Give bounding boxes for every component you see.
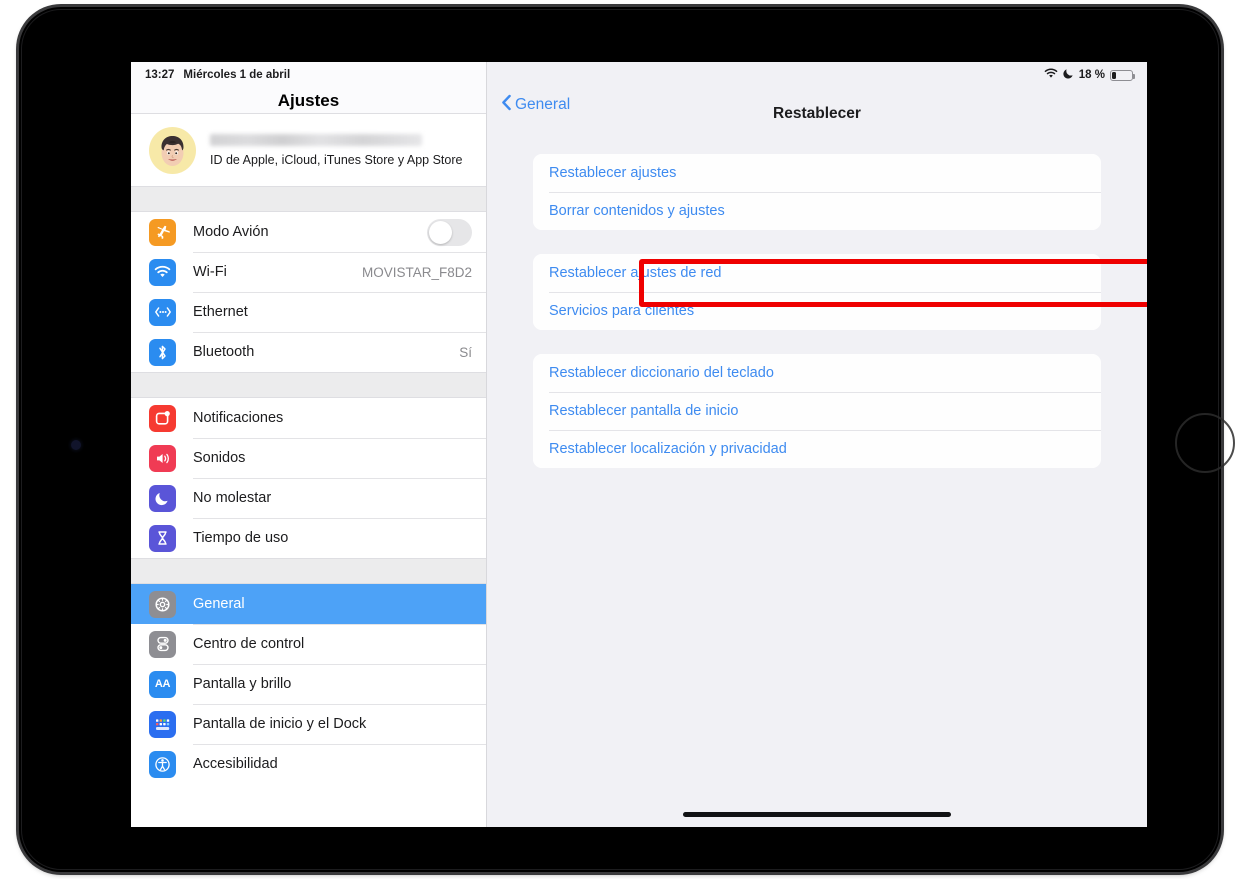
sidebar-item-tiempo-de-uso[interactable]: Tiempo de uso — [131, 518, 486, 558]
battery-icon — [1110, 69, 1135, 81]
erase-all-content-and-settings-row[interactable]: Borrar contenidos y ajustes — [533, 192, 1101, 230]
sidebar-group-separator — [131, 372, 486, 398]
page-title: Restablecer — [773, 105, 861, 122]
sidebar-group-system: General Centro de control AA Pantalla y … — [131, 584, 486, 784]
reset-group-1: Restablecer ajustes Borrar contenidos y … — [533, 154, 1101, 230]
back-button-label: General — [515, 96, 571, 113]
sidebar-item-ethernet[interactable]: Ethernet — [131, 292, 486, 332]
front-camera-icon — [71, 440, 81, 450]
detail-pane: General Restablecer Restablecer ajustes … — [487, 62, 1147, 827]
sidebar-item-label: Pantalla y brillo — [193, 676, 292, 692]
control-center-icon — [149, 630, 176, 658]
battery-percent: 18 % — [1078, 69, 1105, 81]
sidebar-item-bluetooth[interactable]: Bluetooth Sí — [131, 332, 486, 372]
sidebar-item-label: Sonidos — [193, 450, 246, 466]
ethernet-icon — [149, 298, 176, 326]
sidebar-item-pantalla-y-brillo[interactable]: AA Pantalla y brillo — [131, 664, 486, 704]
sidebar-group-notifications: Notificaciones Sonidos No molestar Tiemp… — [131, 398, 486, 558]
settings-sidebar: Ajustes ID de Apple, iCloud, iTunes Stor… — [131, 62, 487, 827]
moon-icon — [149, 484, 176, 512]
ipad-screen: 13:27 Miércoles 1 de abril 18 % Ajustes … — [131, 62, 1147, 827]
airplane-mode-toggle[interactable] — [427, 218, 472, 246]
sidebar-item-notificaciones[interactable]: Notificaciones — [131, 398, 486, 438]
chevron-left-icon — [501, 94, 512, 116]
wifi-icon — [1044, 68, 1058, 82]
sidebar-item-wifi[interactable]: Wi-Fi MOVISTAR_F8D2 — [131, 252, 486, 292]
status-bar-left: 13:27 Miércoles 1 de abril — [145, 69, 290, 81]
memoji-avatar — [149, 126, 196, 174]
accessibility-icon — [149, 750, 176, 778]
reset-network-settings-row[interactable]: Restablecer ajustes de red — [533, 254, 1101, 292]
sidebar-item-general[interactable]: General — [131, 584, 486, 624]
sidebar-item-label: Tiempo de uso — [193, 530, 289, 546]
sidebar-group-connectivity: Modo Avión Wi-Fi MOVISTAR_F8D2 Ethernet … — [131, 212, 486, 372]
sidebar-item-label: Notificaciones — [193, 410, 284, 426]
reset-group-2: Restablecer ajustes de red Servicios par… — [533, 254, 1101, 330]
airplane-icon — [149, 218, 176, 246]
moon-icon — [1063, 68, 1074, 82]
sidebar-item-pantalla-de-inicio-y-dock[interactable]: Pantalla de inicio y el Dock — [131, 704, 486, 744]
account-text: ID de Apple, iCloud, iTunes Store y App … — [210, 133, 463, 167]
reset-location-privacy-row[interactable]: Restablecer localización y privacidad — [533, 430, 1101, 468]
detail-content: Restablecer ajustes Borrar contenidos y … — [487, 136, 1147, 468]
sidebar-item-no-molestar[interactable]: No molestar — [131, 478, 486, 518]
sidebar-item-label: Pantalla de inicio y el Dock — [193, 716, 367, 732]
sidebar-item-sonidos[interactable]: Sonidos — [131, 438, 486, 478]
sidebar-item-apple-account[interactable]: ID de Apple, iCloud, iTunes Store y App … — [131, 114, 486, 186]
sidebar-item-value: Sí — [459, 344, 472, 360]
speaker-icon — [149, 444, 176, 472]
display-brightness-icon: AA — [149, 670, 176, 698]
back-button-general[interactable]: General — [501, 94, 570, 116]
sidebar-item-label: Modo Avión — [193, 224, 269, 240]
status-time: 13:27 — [145, 69, 175, 81]
sidebar-item-label: Accesibilidad — [193, 756, 278, 772]
status-bar: 13:27 Miércoles 1 de abril 18 % — [131, 62, 1147, 88]
sidebar-item-label: Wi-Fi — [193, 264, 227, 280]
hourglass-icon — [149, 524, 176, 552]
home-indicator — [683, 812, 951, 817]
sidebar-item-label: Bluetooth — [193, 344, 255, 360]
sidebar-item-centro-de-control[interactable]: Centro de control — [131, 624, 486, 664]
bluetooth-icon — [149, 338, 176, 366]
sidebar-group-separator — [131, 558, 486, 584]
reset-settings-row[interactable]: Restablecer ajustes — [533, 154, 1101, 192]
sidebar-item-label: Centro de control — [193, 636, 305, 652]
customer-services-row[interactable]: Servicios para clientes — [533, 292, 1101, 330]
reset-keyboard-dictionary-row[interactable]: Restablecer diccionario del teclado — [533, 354, 1101, 392]
sidebar-group-separator — [131, 186, 486, 212]
home-button[interactable] — [1175, 413, 1235, 473]
sidebar-item-label: Ethernet — [193, 304, 248, 320]
sidebar-item-label: General — [193, 596, 245, 612]
notifications-icon — [149, 404, 176, 432]
status-bar-right: 18 % — [1044, 68, 1135, 82]
status-date: Miércoles 1 de abril — [183, 69, 291, 81]
gear-icon — [149, 590, 176, 618]
account-name-redacted — [210, 133, 422, 146]
wifi-icon — [149, 258, 176, 286]
sidebar-item-label: No molestar — [193, 490, 272, 506]
home-screen-dock-icon — [149, 710, 176, 738]
reset-home-screen-row[interactable]: Restablecer pantalla de inicio — [533, 392, 1101, 430]
sidebar-item-value: MOVISTAR_F8D2 — [361, 264, 472, 280]
ipad-device-frame: 13:27 Miércoles 1 de abril 18 % Ajustes … — [19, 7, 1235, 872]
account-subtitle: ID de Apple, iCloud, iTunes Store y App … — [210, 152, 463, 167]
sidebar-item-modo-avion[interactable]: Modo Avión — [131, 212, 486, 252]
reset-group-3: Restablecer diccionario del teclado Rest… — [533, 354, 1101, 468]
sidebar-item-accesibilidad[interactable]: Accesibilidad — [131, 744, 486, 784]
